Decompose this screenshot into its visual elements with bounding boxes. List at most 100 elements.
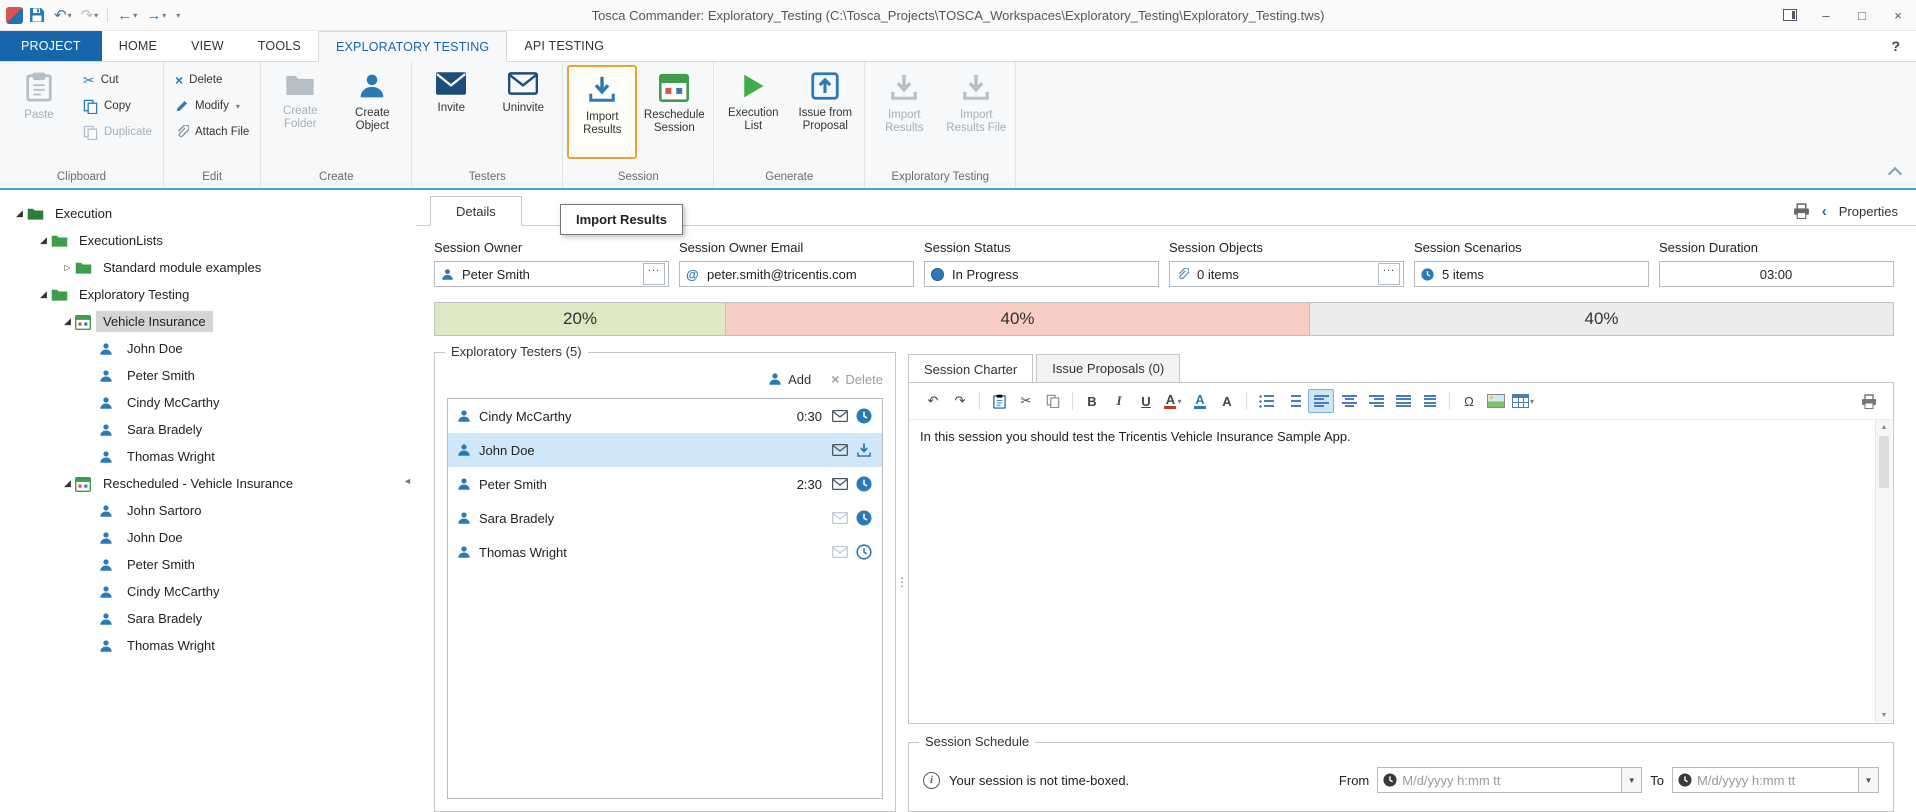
issue-from-proposal-button[interactable]: Issue from Proposal [790, 65, 860, 159]
undo-button[interactable]: ↶▾ [51, 4, 75, 26]
reschedule-session-button[interactable]: Reschedule Session [639, 65, 709, 159]
tab-session-charter[interactable]: Session Charter [908, 354, 1033, 383]
scroll-up-icon[interactable]: ▲ [1881, 420, 1888, 434]
session-objects-input[interactable]: 0 items ... [1169, 261, 1404, 287]
tester-row[interactable]: Sara Bradely [448, 501, 882, 535]
charter-scrollbar[interactable]: ▲ ▼ [1875, 420, 1892, 722]
tree-item-tester[interactable]: John Doe [0, 335, 402, 362]
print-icon[interactable] [1793, 203, 1810, 219]
delete-button[interactable]: ×Delete [168, 67, 256, 93]
tester-row[interactable]: Cindy McCarthy 0:30 [448, 399, 882, 433]
to-dropdown-icon[interactable]: ▼ [1858, 768, 1878, 792]
navigate-forward-button[interactable]: →▾ [143, 4, 169, 26]
font-color-icon[interactable]: A▾ [1161, 390, 1185, 412]
copy-button[interactable]: Copy [76, 93, 159, 119]
tab-home[interactable]: HOME [102, 31, 174, 61]
tree-item-tester[interactable]: Peter Smith [0, 362, 402, 389]
charter-text[interactable]: In this session you should test the Tric… [909, 420, 1893, 723]
underline-icon[interactable]: U [1134, 390, 1158, 412]
cut-button[interactable]: ✂Cut [76, 67, 159, 93]
mail-icon[interactable] [832, 410, 848, 422]
copy-icon[interactable] [1041, 390, 1065, 412]
add-tester-button[interactable]: Add [768, 372, 811, 387]
save-button[interactable] [26, 4, 48, 26]
customize-toolbar-button[interactable]: ▾ [172, 4, 183, 26]
paste-icon[interactable] [987, 390, 1011, 412]
mail-icon-muted[interactable] [832, 546, 848, 558]
tree-item-exploratory-testing[interactable]: ◢Exploratory Testing [0, 281, 402, 308]
collapse-ribbon-icon[interactable] [1888, 167, 1902, 181]
tab-details[interactable]: Details [430, 196, 522, 226]
bold-icon[interactable]: B [1080, 390, 1104, 412]
session-scenarios-input[interactable]: 5 items [1414, 261, 1649, 287]
session-duration-input[interactable]: 03:00 [1659, 261, 1894, 287]
tester-row-selected[interactable]: John Doe [448, 433, 882, 467]
tree-item-tester[interactable]: Sara Bradely [0, 416, 402, 443]
redo-button[interactable]: ↷▾ [78, 4, 102, 26]
modify-button[interactable]: Modify▾ [168, 93, 256, 119]
tree-item-tester[interactable]: John Sartoro [0, 497, 402, 524]
insert-table-icon[interactable]: ▾ [1511, 390, 1535, 412]
import-results-button[interactable]: Import Results [567, 65, 637, 159]
execution-list-button[interactable]: Execution List [718, 65, 788, 159]
maximize-button[interactable]: □ [1844, 0, 1880, 30]
indent-icon[interactable] [1418, 390, 1442, 412]
bullet-list-icon[interactable] [1254, 390, 1278, 412]
mail-icon[interactable] [832, 478, 848, 490]
expander-icon[interactable]: ◢ [12, 208, 27, 219]
tree-item-vehicle-insurance[interactable]: ◢Vehicle Insurance [0, 308, 402, 335]
properties-button[interactable]: Properties [1839, 204, 1898, 219]
redo-icon[interactable]: ↷ [948, 390, 972, 412]
mail-icon-muted[interactable] [832, 512, 848, 524]
tree-item-executionlists[interactable]: ◢ExecutionLists [0, 227, 402, 254]
schedule-from-input[interactable]: M/d/yyyy h:mm tt ▼ [1377, 767, 1642, 793]
tree-splitter[interactable]: ◄ [402, 190, 416, 812]
tree-item-tester[interactable]: Sara Bradely [0, 605, 402, 632]
schedule-to-input[interactable]: M/d/yyyy h:mm tt ▼ [1672, 767, 1879, 793]
tab-api-testing[interactable]: API TESTING [507, 31, 621, 61]
align-left-icon[interactable] [1308, 389, 1334, 413]
tree-item-standard-module-examples[interactable]: ▷Standard module examples [0, 254, 402, 281]
numbered-list-icon[interactable] [1281, 390, 1305, 412]
mail-icon[interactable] [832, 444, 848, 456]
tab-exploratory-testing[interactable]: EXPLORATORY TESTING [318, 31, 507, 62]
browse-owner-button[interactable]: ... [643, 263, 665, 285]
tab-view[interactable]: VIEW [174, 31, 241, 61]
tab-tools[interactable]: TOOLS [241, 31, 318, 61]
tab-issue-proposals[interactable]: Issue Proposals (0) [1036, 354, 1180, 382]
attach-file-button[interactable]: Attach File [168, 119, 256, 145]
session-owner-input[interactable]: Peter Smith ... [434, 261, 669, 287]
session-owner-email-input[interactable]: @ peter.smith@tricentis.com [679, 261, 914, 287]
expander-icon[interactable]: ▷ [60, 263, 75, 272]
expander-icon[interactable]: ◢ [60, 478, 75, 489]
undo-icon[interactable]: ↶ [921, 390, 945, 412]
layout-button[interactable] [1772, 0, 1808, 30]
splitter-collapse-icon[interactable]: ◄ [403, 476, 412, 486]
scrollbar-thumb[interactable] [1879, 436, 1889, 488]
expander-icon[interactable]: ◢ [36, 235, 51, 246]
minimize-button[interactable]: – [1808, 0, 1844, 30]
duplicate-button[interactable]: Duplicate [76, 119, 159, 145]
uninvite-button[interactable]: Uninvite [488, 65, 558, 159]
tab-project[interactable]: PROJECT [0, 31, 102, 61]
font-icon[interactable]: A [1215, 390, 1239, 412]
tester-row[interactable]: Thomas Wright [448, 535, 882, 569]
cut-icon[interactable]: ✂ [1014, 390, 1038, 412]
delete-tester-button[interactable]: ×Delete [831, 371, 883, 387]
tree-item-tester[interactable]: Cindy McCarthy [0, 389, 402, 416]
scroll-down-icon[interactable]: ▼ [1881, 708, 1888, 722]
tree-item-tester[interactable]: Peter Smith [0, 551, 402, 578]
highlight-icon[interactable]: A [1188, 390, 1212, 412]
tester-row[interactable]: Peter Smith 2:30 [448, 467, 882, 501]
navigate-back-button[interactable]: ←▾ [114, 4, 140, 26]
panel-splitter-handle[interactable]: ⋮ [896, 352, 908, 812]
help-button[interactable]: ? [1875, 31, 1916, 61]
browse-objects-button[interactable]: ... [1378, 263, 1400, 285]
expander-icon[interactable]: ◢ [60, 316, 75, 327]
session-status-input[interactable]: In Progress [924, 261, 1159, 287]
special-character-icon[interactable]: Ω [1457, 390, 1481, 412]
invite-button[interactable]: Invite [416, 65, 486, 159]
from-dropdown-icon[interactable]: ▼ [1621, 768, 1641, 792]
tree-item-tester[interactable]: Thomas Wright [0, 632, 402, 659]
tree-item-tester[interactable]: Cindy McCarthy [0, 578, 402, 605]
